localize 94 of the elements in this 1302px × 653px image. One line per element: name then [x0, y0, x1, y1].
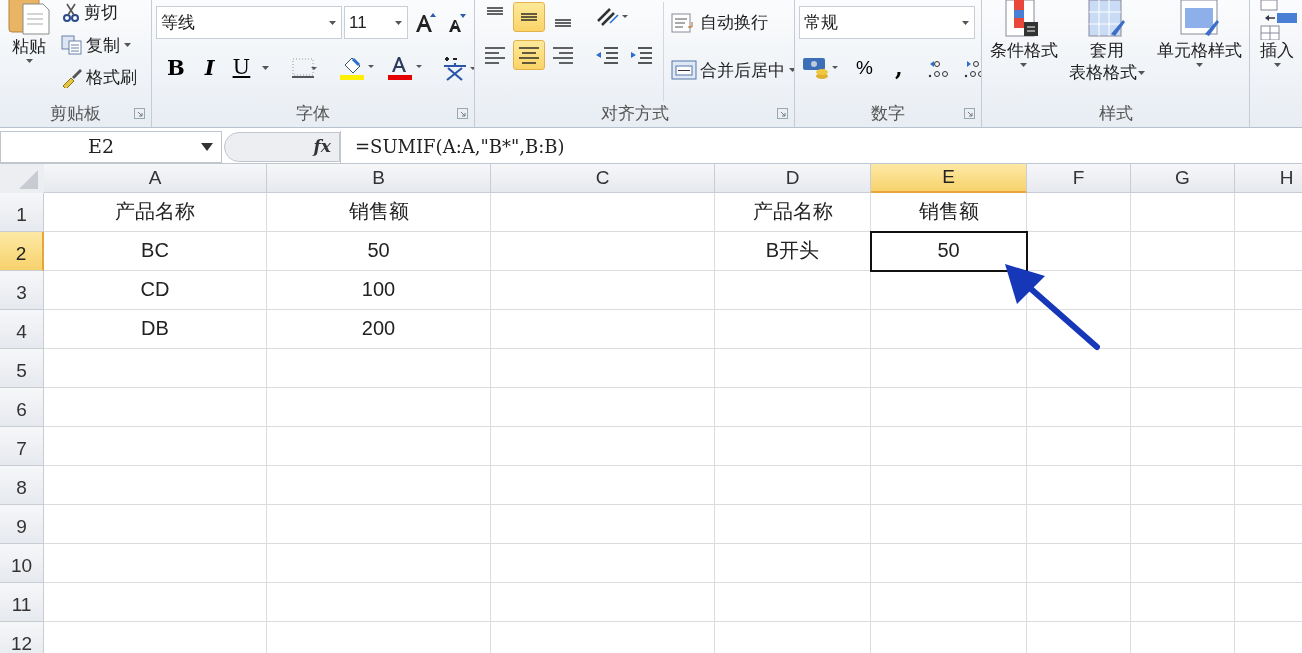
- font-size-field[interactable]: 11: [344, 6, 408, 39]
- clipboard-icon: [7, 0, 51, 36]
- font-color-icon: [387, 55, 424, 81]
- horizontal-align-button[interactable]: [513, 40, 545, 70]
- row-header[interactable]: 4: [0, 310, 44, 349]
- group-label: 数字: [871, 103, 905, 126]
- caret-icon: [261, 65, 271, 71]
- table-cell: CD: [44, 271, 267, 310]
- column-header[interactable]: C: [491, 164, 715, 193]
- name-box[interactable]: E2: [0, 130, 222, 163]
- dialog-launcher-icon[interactable]: [134, 108, 145, 119]
- row-header[interactable]: 3: [0, 271, 44, 310]
- border-icon: [289, 56, 320, 80]
- style-button[interactable]: 单元格样式: [1153, 0, 1245, 101]
- currency-icon: [802, 55, 840, 82]
- row-header[interactable]: 8: [0, 466, 44, 505]
- wrap-text-button[interactable]: 自动换行: [668, 8, 794, 38]
- caret-icon: [1019, 62, 1028, 69]
- insert-cells-icon: [1257, 0, 1297, 40]
- brush-icon: [61, 67, 83, 88]
- grow-font-icon: [413, 11, 437, 34]
- phonetic-guide-icon: [441, 54, 474, 82]
- caret-icon: [1272, 62, 1282, 69]
- middle-align-icon: [521, 13, 537, 21]
- caret-icon: [1194, 62, 1204, 69]
- caret-icon: [788, 67, 794, 74]
- row-header[interactable]: 12: [0, 622, 44, 653]
- table-cell: BC: [44, 232, 267, 271]
- copy-button[interactable]: 复制: [58, 30, 140, 60]
- style-button[interactable]: 条件格式: [986, 0, 1061, 101]
- bold-button[interactable]: B: [160, 51, 192, 85]
- row-header[interactable]: 9: [0, 505, 44, 544]
- group-label: 样式: [1098, 103, 1133, 126]
- number-format-field[interactable]: 常规: [799, 6, 975, 39]
- caret-icon: [394, 19, 403, 26]
- row-header[interactable]: 2: [0, 232, 44, 271]
- table-cell: 产品名称: [715, 193, 871, 232]
- caret-icon: [961, 19, 970, 26]
- vertical-align-button[interactable]: [513, 2, 545, 32]
- dialog-launcher-icon[interactable]: [777, 108, 788, 119]
- table-cell: 销售额: [267, 193, 491, 232]
- row-header[interactable]: 1: [0, 193, 44, 232]
- table-cell: B开头: [715, 232, 871, 271]
- table-style-icon: [1087, 0, 1127, 40]
- font-name-field[interactable]: 等线: [156, 6, 342, 39]
- group-label: 剪贴板: [50, 103, 101, 126]
- increase-indent-icon: [628, 44, 654, 66]
- insert-button[interactable]: 插入: [1254, 0, 1300, 101]
- row-header[interactable]: 11: [0, 583, 44, 622]
- copy-icon: [61, 35, 83, 56]
- column-header[interactable]: H: [1235, 164, 1302, 193]
- column-header[interactable]: F: [1027, 164, 1131, 193]
- underline-button[interactable]: U: [227, 51, 256, 85]
- bottom-align-icon: [555, 19, 571, 27]
- dropdown-caret-icon: [201, 142, 213, 151]
- table-cell: 200: [267, 310, 491, 349]
- merge-cells-icon: [671, 59, 697, 82]
- table-cell: 销售额: [871, 193, 1027, 232]
- row-header[interactable]: 5: [0, 349, 44, 388]
- row-header[interactable]: 10: [0, 544, 44, 583]
- column-header[interactable]: A: [44, 164, 267, 193]
- table-cell: 50: [267, 232, 491, 271]
- row-header[interactable]: 7: [0, 427, 44, 466]
- column-header[interactable]: E: [871, 164, 1027, 193]
- italic-button[interactable]: I: [197, 51, 222, 85]
- cut-button[interactable]: 剪切: [58, 0, 140, 28]
- paste-button[interactable]: 粘贴: [4, 0, 54, 101]
- active-cell[interactable]: 50: [871, 232, 1027, 271]
- paint-bucket-icon: [339, 55, 376, 81]
- group-label: 对齐方式: [600, 103, 669, 126]
- caret-icon: [328, 19, 337, 26]
- caret-icon: [123, 42, 132, 49]
- comma-button[interactable]: ,: [885, 51, 912, 86]
- insert-function-button[interactable]: fx: [313, 133, 331, 160]
- table-cell: 产品名称: [44, 193, 267, 232]
- top-align-icon: [487, 7, 503, 15]
- formula-field[interactable]: =SUMIF(A:A,"B*",B:B): [340, 130, 1302, 163]
- decrease-indent-icon: [594, 44, 620, 66]
- scissors-icon: [61, 2, 81, 23]
- caret-icon: [1136, 70, 1146, 77]
- dialog-launcher-icon[interactable]: [964, 108, 975, 119]
- table-cell: DB: [44, 310, 267, 349]
- percent-button[interactable]: %: [849, 53, 880, 84]
- caret-icon: [24, 58, 34, 65]
- column-header[interactable]: G: [1131, 164, 1235, 193]
- table-cell: 100: [267, 271, 491, 310]
- row-header[interactable]: 6: [0, 388, 44, 427]
- style-button[interactable]: 套用 表格格式: [1065, 0, 1149, 101]
- group-label: 字体: [296, 103, 330, 126]
- format-painter-button[interactable]: 格式刷: [58, 63, 140, 93]
- merge-center-button[interactable]: 合并后居中: [668, 55, 794, 85]
- column-header[interactable]: D: [715, 164, 871, 193]
- column-header[interactable]: B: [267, 164, 491, 193]
- dialog-launcher-icon[interactable]: [457, 108, 468, 119]
